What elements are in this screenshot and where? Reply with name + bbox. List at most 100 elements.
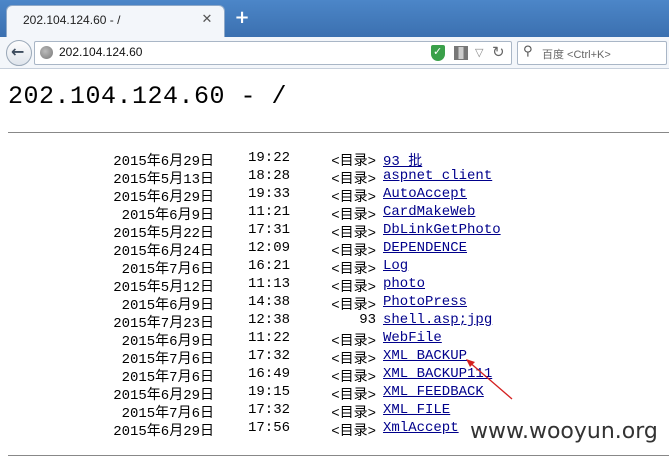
listing-row: 2015年6月29日 19:22 <目录> 93 批 (0, 150, 669, 170)
tab-title: 202.104.124.60 - / (23, 13, 121, 27)
entry-link[interactable]: 93 批 (383, 150, 422, 170)
close-icon[interactable]: ✕ (200, 13, 214, 27)
entry-type: <目录> (331, 154, 376, 170)
entry-date: 2015年6月9日 (121, 208, 214, 224)
entry-time: 17:31 (248, 222, 291, 238)
entry-link[interactable]: DEPENDENCE (383, 240, 467, 256)
entry-type: <目录> (331, 226, 376, 242)
qr-code-icon[interactable] (454, 46, 468, 60)
reload-icon[interactable]: ↻ (492, 43, 505, 61)
entry-type: <目录> (331, 190, 376, 206)
address-bar[interactable]: 202.104.124.60 ✓ ▽ ↻ (34, 41, 512, 65)
entry-type: <目录> (331, 370, 376, 386)
entry-date: 2015年7月6日 (121, 352, 214, 368)
entry-type: <目录> (331, 244, 376, 260)
search-input[interactable]: 百度 <Ctrl+K> (542, 46, 611, 62)
entry-date: 2015年7月6日 (121, 370, 214, 386)
entry-date: 2015年7月23日 (113, 316, 214, 332)
entry-date: 2015年6月29日 (113, 190, 214, 206)
entry-type: <目录> (331, 334, 376, 350)
listing-row: 2015年6月9日 14:38 <目录> PhotoPress (0, 294, 669, 314)
entry-date: 2015年7月6日 (121, 406, 214, 422)
entry-date: 2015年6月29日 (113, 424, 214, 440)
entry-link[interactable]: AutoAccept (383, 186, 467, 202)
entry-date: 2015年6月9日 (121, 334, 214, 350)
entry-date: 2015年6月29日 (113, 388, 214, 404)
divider-top (8, 132, 669, 133)
entry-type: <目录> (331, 352, 376, 368)
entry-time: 14:38 (248, 294, 291, 310)
entry-type: <目录> (331, 298, 376, 314)
entry-link[interactable]: photo (383, 276, 425, 292)
entry-time: 19:33 (248, 186, 291, 202)
listing-row: 2015年6月29日 19:33 <目录> AutoAccept (0, 186, 669, 206)
entry-date: 2015年7月6日 (121, 262, 214, 278)
entry-link[interactable]: PhotoPress (383, 294, 467, 310)
entry-date: 2015年5月12日 (113, 280, 214, 296)
tab-active[interactable]: 202.104.124.60 - / ✕ (6, 5, 225, 37)
listing-row: 2015年6月9日 11:21 <目录> CardMakeWeb (0, 204, 669, 224)
entry-time: 17:32 (248, 348, 291, 364)
entry-time: 17:56 (248, 420, 291, 436)
entry-link[interactable]: WebFile (383, 330, 442, 346)
directory-listing: 2015年6月29日 19:22 <目录> 93 批 2015年5月13日 18:28 <目… (0, 150, 669, 440)
entry-link[interactable]: XML_BACKUP (383, 348, 467, 364)
listing-row: 2015年7月23日 12:38 93 shell.asp;jpg (0, 312, 669, 332)
listing-row: 2015年7月6日 16:49 <目录> XML_BACKUP111 (0, 366, 669, 386)
entry-time: 16:49 (248, 366, 291, 382)
listing-row: 2015年6月9日 11:22 <目录> WebFile (0, 330, 669, 350)
entry-type: <目录> (331, 406, 376, 422)
navigation-bar: ← 202.104.124.60 ✓ ▽ ↻ ⚲ 百度 <Ctrl+K> (0, 37, 669, 69)
entry-time: 11:13 (248, 276, 291, 292)
entry-link[interactable]: DbLinkGetPhoto (383, 222, 501, 238)
entry-link[interactable]: aspnet_client (383, 168, 492, 184)
entry-time: 18:28 (248, 168, 291, 184)
entry-time: 17:32 (248, 402, 291, 418)
entry-link[interactable]: Log (383, 258, 408, 274)
listing-row: 2015年5月13日 18:28 <目录> aspnet_client (0, 168, 669, 188)
entry-link[interactable]: shell.asp;jpg (383, 312, 492, 328)
listing-row: 2015年7月6日 17:32 <目录> XML_BACKUP (0, 348, 669, 368)
listing-row: 2015年6月24日 12:09 <目录> DEPENDENCE (0, 240, 669, 260)
watermark: www.wooyun.org (466, 419, 662, 444)
listing-row: 2015年7月6日 17:32 <目录> XML_FILE (0, 402, 669, 422)
entry-date: 2015年6月9日 (121, 298, 214, 314)
entry-type: <目录> (331, 208, 376, 224)
entry-time: 16:21 (248, 258, 291, 274)
entry-time: 11:21 (248, 204, 291, 220)
entry-link[interactable]: XML_FILE (383, 402, 450, 418)
entry-link[interactable]: CardMakeWeb (383, 204, 475, 220)
search-bar[interactable]: ⚲ 百度 <Ctrl+K> (517, 41, 667, 65)
back-arrow-icon: ← (11, 42, 25, 61)
plus-icon[interactable]: + (233, 9, 251, 27)
entry-type: <目录> (331, 388, 376, 404)
listing-row: 2015年6月29日 19:15 <目录> XML_FEEDBACK (0, 384, 669, 404)
entry-link[interactable]: XmlAccept (383, 420, 459, 436)
entry-time: 11:22 (248, 330, 291, 346)
entry-time: 12:38 (248, 312, 291, 328)
arrow-shaft (467, 360, 513, 400)
entry-date: 2015年6月29日 (113, 154, 214, 170)
entry-type: 93 (359, 312, 376, 328)
entry-time: 19:22 (248, 150, 291, 166)
globe-icon (40, 46, 53, 59)
entry-type: <目录> (331, 424, 376, 440)
listing-row: 2015年7月6日 16:21 <目录> Log (0, 258, 669, 278)
back-button[interactable]: ← (6, 40, 32, 66)
url-input[interactable]: 202.104.124.60 (59, 45, 142, 59)
entry-date: 2015年5月13日 (113, 172, 214, 188)
divider-bottom (8, 455, 669, 456)
page-title: 202.104.124.60 - / (8, 82, 288, 111)
entry-date: 2015年6月24日 (113, 244, 214, 260)
entry-time: 19:15 (248, 384, 291, 400)
entry-time: 12:09 (248, 240, 291, 256)
entry-type: <目录> (331, 262, 376, 278)
listing-row: 2015年5月12日 11:13 <目录> photo (0, 276, 669, 296)
shield-icon[interactable]: ✓ (431, 45, 445, 61)
entry-type: <目录> (331, 172, 376, 188)
entry-date: 2015年5月22日 (113, 226, 214, 242)
dropdown-icon[interactable]: ▽ (475, 46, 483, 59)
entry-type: <目录> (331, 280, 376, 296)
annotation-arrow (466, 359, 513, 400)
search-icon: ⚲ (523, 44, 533, 59)
